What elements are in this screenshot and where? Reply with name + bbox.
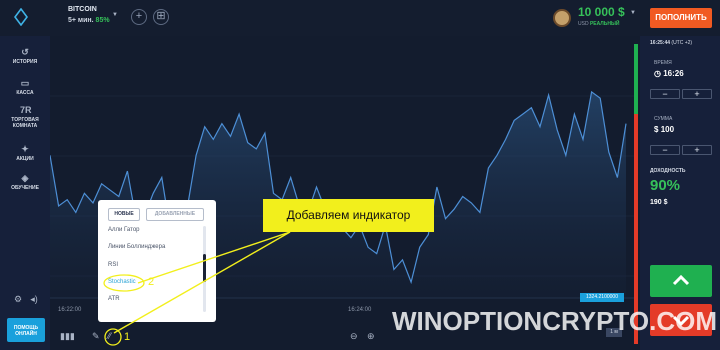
wallet-icon: ▭ bbox=[20, 78, 30, 88]
sidebar-item-label: ИСТОРИЯ bbox=[12, 59, 38, 65]
asset-selector[interactable]: BITCOIN 5+ мин. 85% ▼ bbox=[62, 6, 122, 32]
tab-new[interactable]: НОВЫЕ bbox=[108, 208, 140, 221]
sidebar-item-education[interactable]: ◈ ОБУЧЕНИЕ bbox=[0, 173, 50, 192]
layout-button[interactable]: ⊞ bbox=[153, 9, 169, 25]
profit-percent: 90% bbox=[650, 177, 681, 194]
account-type: USD РЕАЛЬНЫЙ bbox=[578, 21, 620, 27]
chevron-down-icon: ▼ bbox=[630, 10, 636, 16]
timezone: (UTC +2) bbox=[671, 40, 693, 46]
server-time-value: 16:25:44 bbox=[650, 40, 671, 46]
watermark: WINOPTIONCRYPTO.COM bbox=[392, 306, 717, 336]
amount-minus-button[interactable]: − bbox=[650, 145, 680, 155]
account-currency: USD bbox=[578, 21, 589, 27]
time-tick: 16:22:00 bbox=[58, 307, 82, 313]
tab-added[interactable]: ДОБАВЛЕННЫЕ bbox=[146, 208, 204, 221]
time-minus-button[interactable]: − bbox=[650, 89, 680, 99]
annotation-marker: 1 bbox=[124, 331, 131, 343]
settings-icon[interactable]: ⚙ bbox=[12, 294, 24, 304]
time-label: ВРЕМЯ bbox=[654, 60, 672, 66]
sound-icon[interactable]: ◂) bbox=[28, 294, 40, 304]
drawing-tools-icon[interactable]: ✎ bbox=[92, 331, 100, 342]
add-chart-button[interactable]: + bbox=[131, 9, 147, 25]
time-tick: 16:24:00 bbox=[348, 307, 372, 313]
amount-currency: $ bbox=[654, 125, 659, 134]
expiry-time-field[interactable]: ◷ 16:26 bbox=[654, 69, 684, 78]
grid-icon: ⊞ bbox=[156, 10, 166, 22]
amount-plus-button[interactable]: + bbox=[682, 145, 712, 155]
sidebar-item-label: ОБУЧЕНИЕ bbox=[11, 185, 39, 191]
trade-panel: 16:25:44 (UTC +2) ВРЕМЯ ◷ 16:26 − + СУММ… bbox=[640, 36, 720, 350]
asset-profit: 85% bbox=[95, 17, 110, 24]
target-icon[interactable]: ⊕ bbox=[367, 331, 375, 342]
sidebar-item-label: КАССА bbox=[16, 90, 34, 96]
asset-time: 5+ мин. bbox=[68, 17, 94, 24]
chevron-up-icon bbox=[672, 274, 690, 286]
chart-type-icon[interactable]: ▮▮▮ bbox=[60, 331, 75, 342]
balance-value[interactable]: 10 000 $ bbox=[578, 5, 625, 19]
top-bar: BITCOIN 5+ мин. 85% ▼ + ⊞ 10 000 $ USD Р… bbox=[0, 0, 720, 36]
account-type-label: РЕАЛЬНЫЙ bbox=[589, 21, 620, 27]
current-price-tag: 1324.2100000 bbox=[580, 293, 624, 302]
indicators-popup: НОВЫЕ ДОБАВЛЕННЫЕ Алли Гатор Линии Болли… bbox=[98, 200, 216, 322]
indicator-item[interactable]: Линии Боллинджера bbox=[108, 244, 165, 250]
avatar[interactable] bbox=[553, 9, 571, 27]
amount-field[interactable]: $ 100 bbox=[654, 125, 674, 134]
sidebar-item-label: АКЦИИ bbox=[16, 156, 34, 162]
deposit-button[interactable]: ПОПОЛНИТЬ bbox=[650, 8, 712, 28]
sidebar: ↺ ИСТОРИЯ ▭ КАССА 7R ТОРГОВАЯ КОМНАТА ✦ … bbox=[0, 36, 50, 350]
amount-value: 100 bbox=[660, 125, 675, 134]
help-online-button[interactable]: ПОМОЩЬ ОНЛАЙН bbox=[7, 318, 45, 342]
education-icon: ◈ bbox=[21, 173, 29, 183]
sidebar-item-promotions[interactable]: ✦ АКЦИИ bbox=[0, 144, 50, 163]
gift-icon: ✦ bbox=[21, 144, 29, 154]
trading-room-icon: 7R bbox=[20, 105, 32, 115]
popup-scrollbar-thumb[interactable] bbox=[203, 254, 206, 282]
sidebar-item-cashier[interactable]: ▭ КАССА bbox=[0, 78, 50, 97]
sidebar-item-label: КОМНАТА bbox=[12, 123, 38, 129]
indicator-item[interactable]: Алли Гатор bbox=[108, 227, 140, 233]
sentiment-bar bbox=[634, 44, 638, 344]
server-time: 16:25:44 (UTC +2) bbox=[650, 40, 692, 46]
annotation-callout: Добавляем индикатор bbox=[263, 199, 434, 232]
indicator-item-stochastic[interactable]: Stochastic bbox=[108, 279, 136, 285]
call-up-button[interactable] bbox=[650, 265, 712, 297]
sidebar-item-history[interactable]: ↺ ИСТОРИЯ bbox=[0, 47, 50, 66]
annotation-marker: 2 bbox=[148, 276, 155, 288]
history-icon: ↺ bbox=[21, 47, 29, 57]
zoom-out-icon[interactable]: ⊖ bbox=[350, 331, 358, 342]
indicator-item[interactable]: ATR bbox=[108, 296, 120, 302]
profit-amount: 190 $ bbox=[650, 199, 668, 206]
profit-label: ДОХОДНОСТЬ bbox=[650, 168, 686, 174]
plus-icon: + bbox=[135, 10, 143, 22]
amount-label: СУММА bbox=[654, 116, 673, 122]
asset-details: 5+ мин. 85% bbox=[68, 17, 110, 24]
chevron-down-icon: ▼ bbox=[112, 12, 118, 18]
sidebar-item-trading-room[interactable]: 7R ТОРГОВАЯ КОМНАТА bbox=[0, 105, 50, 130]
asset-name: BITCOIN bbox=[68, 6, 97, 13]
help-label-line2: ОНЛАЙН bbox=[15, 331, 37, 337]
indicators-icon[interactable]: ⁄⁄ bbox=[108, 331, 111, 341]
time-plus-button[interactable]: + bbox=[682, 89, 712, 99]
expiry-time-value: 16:26 bbox=[663, 69, 684, 78]
clock-icon: ◷ bbox=[654, 69, 661, 78]
logo-icon bbox=[14, 8, 28, 26]
indicator-item[interactable]: RSI bbox=[108, 262, 118, 268]
